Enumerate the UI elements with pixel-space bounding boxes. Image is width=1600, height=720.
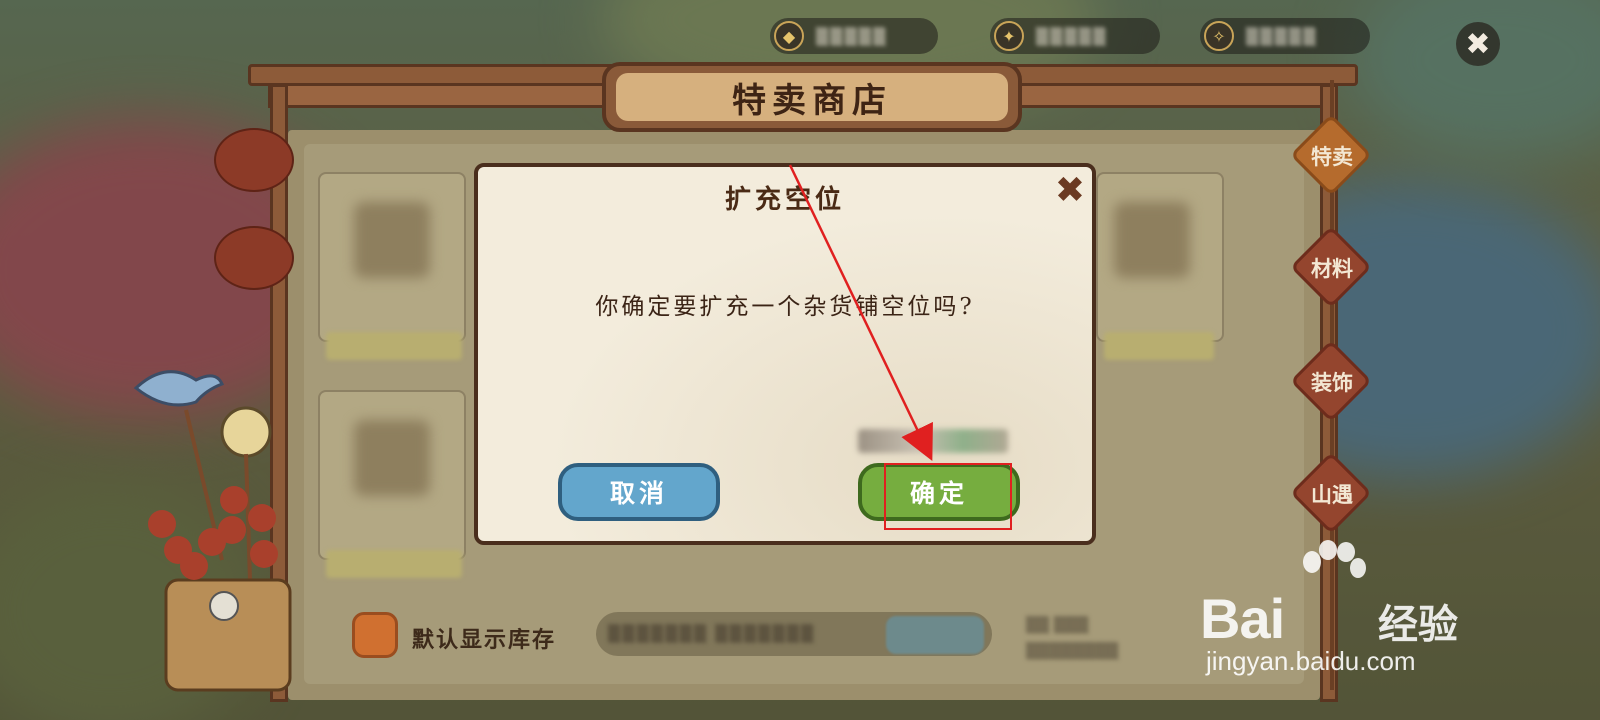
annotation-highlight-box — [884, 463, 1012, 530]
watermark-suffix: 经验 — [1378, 602, 1458, 648]
paw-logo-icon — [1303, 540, 1366, 578]
watermark-url: jingyan.baidu.com — [1206, 646, 1416, 676]
watermark-brand: Bai — [1200, 587, 1285, 650]
baidu-jingyan-watermark: Bai 经验 jingyan.baidu.com — [1200, 540, 1500, 680]
